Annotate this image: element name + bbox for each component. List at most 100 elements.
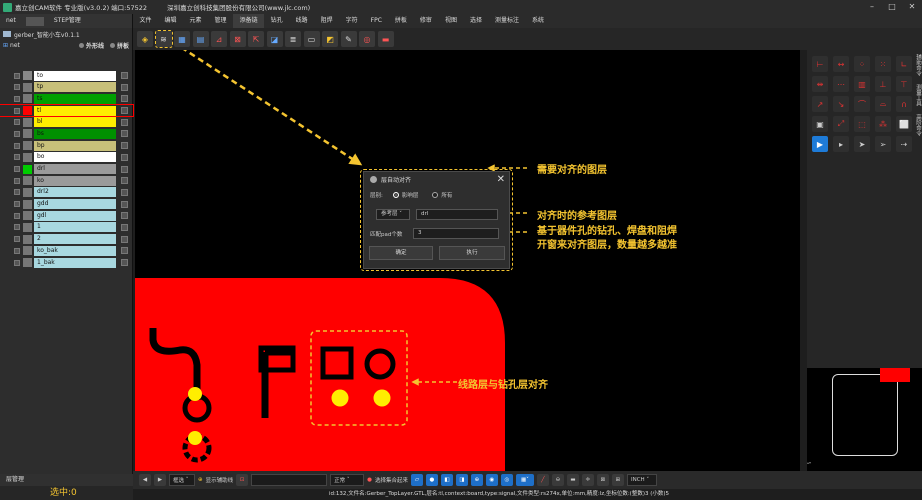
- show-aux-button[interactable]: 显示辅助线: [206, 474, 234, 486]
- cmd-grid3-icon[interactable]: ⁂: [875, 116, 891, 132]
- menu-item[interactable]: 视图: [438, 14, 463, 28]
- layer-option-checkbox[interactable]: [121, 223, 128, 231]
- cmd-pointer4-icon[interactable]: ➢: [875, 136, 891, 152]
- cmd-tri-icon[interactable]: ⊥: [875, 76, 891, 92]
- layer-color-swatch[interactable]: [23, 71, 32, 80]
- view-tool-6-icon[interactable]: ◉: [485, 474, 498, 486]
- layer-name[interactable]: drl2: [34, 187, 116, 198]
- dialog-close-icon[interactable]: ✕: [497, 174, 505, 185]
- tool-button-6[interactable]: ⊠: [229, 31, 246, 47]
- pad-count-input[interactable]: 3: [413, 228, 499, 239]
- layer-option-checkbox[interactable]: [121, 177, 128, 185]
- layer-visible-checkbox[interactable]: [14, 107, 20, 114]
- layer-visible-checkbox[interactable]: [14, 201, 20, 208]
- tab-aux-commands[interactable]: 辅助命令: [914, 54, 922, 76]
- view-tool-8-icon[interactable]: ▦˅: [515, 474, 534, 486]
- minimap-viewport[interactable]: [880, 368, 910, 382]
- frame-select-icon[interactable]: ⊡: [236, 474, 249, 486]
- layer-name[interactable]: to: [34, 70, 116, 81]
- menu-item[interactable]: 系统: [525, 14, 550, 28]
- menu-item[interactable]: 编辑: [158, 14, 183, 28]
- layer-visible-checkbox[interactable]: [14, 154, 20, 161]
- draw-tool-3-icon[interactable]: ▬: [566, 474, 579, 486]
- menu-item[interactable]: 修审: [413, 14, 438, 28]
- tool-button-3[interactable]: ▦: [174, 31, 190, 47]
- layer-row[interactable]: drl2: [0, 187, 133, 198]
- layer-visible-checkbox[interactable]: [14, 95, 20, 102]
- layer-color-swatch[interactable]: [23, 187, 32, 197]
- layer-row[interactable]: 1: [0, 222, 133, 233]
- cmd-trash-icon[interactable]: ▥: [854, 76, 870, 92]
- layer-row[interactable]: 2: [0, 234, 133, 245]
- select-set-button[interactable]: 选择集合起来: [375, 474, 408, 486]
- outline-radio-icon[interactable]: [78, 43, 84, 48]
- cmd-fold3-icon[interactable]: ∩: [896, 96, 912, 112]
- layer-color-swatch[interactable]: [23, 141, 32, 151]
- layer-name[interactable]: tl: [34, 105, 116, 116]
- coordinate-input[interactable]: [251, 474, 328, 486]
- cmd-frame2-icon[interactable]: ⬜: [896, 116, 912, 132]
- cmd-frame-icon[interactable]: ⬚: [854, 116, 870, 132]
- project-row[interactable]: gerber_智能小车v0.1.1: [0, 28, 132, 40]
- draw-tool-6-icon[interactable]: ⊞: [611, 474, 624, 486]
- view-tool-5-icon[interactable]: ⊕: [470, 474, 483, 486]
- radio-all-layers[interactable]: 所有: [432, 191, 452, 199]
- tab-step-manager[interactable]: STEP管理: [48, 14, 87, 28]
- status-dropdown[interactable]: 正常 ˅: [330, 474, 365, 486]
- view-tool-7-icon[interactable]: ◎: [500, 474, 513, 486]
- layer-row[interactable]: drl: [0, 164, 133, 175]
- layer-visible-checkbox[interactable]: [14, 142, 20, 149]
- cmd-expand-icon[interactable]: ⤢: [833, 116, 849, 132]
- menu-item[interactable]: 钻孔: [264, 14, 289, 28]
- unit-dropdown[interactable]: INCH ˅: [626, 474, 657, 486]
- tab-selected-marker[interactable]: [25, 16, 44, 26]
- tool-button-8[interactable]: ◪: [266, 31, 283, 47]
- layer-name[interactable]: bl: [34, 117, 116, 128]
- layer-color-swatch[interactable]: [23, 222, 32, 232]
- layer-color-swatch[interactable]: [23, 164, 32, 174]
- tool-button-12[interactable]: ✎: [340, 31, 357, 47]
- layer-name[interactable]: ko_bak: [34, 245, 116, 256]
- radio-all-icon[interactable]: [432, 192, 439, 198]
- menu-item[interactable]: 字符: [339, 14, 364, 28]
- cmd-grid-dots-icon[interactable]: ⁘: [854, 56, 870, 72]
- layer-name[interactable]: gdl: [34, 210, 116, 221]
- draw-tool-5-icon[interactable]: ⊠: [596, 474, 609, 486]
- layer-color-swatch[interactable]: [23, 94, 32, 104]
- draw-tool-2-icon[interactable]: ⊖: [551, 474, 564, 486]
- cmd-split-icon[interactable]: ⇹: [812, 76, 828, 92]
- layer-row[interactable]: tl: [0, 104, 134, 118]
- tab-net[interactable]: net: [0, 14, 22, 28]
- menu-item[interactable]: 选择: [463, 14, 488, 28]
- layer-option-checkbox[interactable]: [121, 200, 128, 208]
- layer-visible-checkbox[interactable]: [14, 72, 20, 79]
- layer-row[interactable]: gdd: [0, 199, 133, 210]
- panel-radio-icon[interactable]: [109, 43, 115, 48]
- view-tool-4-icon[interactable]: ◨: [455, 474, 468, 486]
- layer-color-swatch[interactable]: [23, 117, 32, 127]
- cmd-rotate-icon[interactable]: ↗: [812, 96, 828, 112]
- layer-option-checkbox[interactable]: [121, 153, 128, 161]
- view-tool-2-icon[interactable]: ●: [425, 474, 438, 486]
- maximize-icon[interactable]: □: [882, 0, 902, 14]
- layer-visible-checkbox[interactable]: [14, 84, 20, 91]
- cmd-fold-icon[interactable]: ⌒: [854, 96, 870, 112]
- minimap[interactable]: ▴▾: [807, 368, 922, 471]
- layer-visible-checkbox[interactable]: [14, 130, 20, 137]
- layer-row[interactable]: bo: [0, 152, 133, 163]
- layer-name[interactable]: 1: [34, 222, 116, 233]
- layer-row[interactable]: bs: [0, 128, 133, 139]
- layer-row[interactable]: ko_bak: [0, 245, 133, 256]
- layer-color-swatch[interactable]: [23, 82, 32, 92]
- menu-item[interactable]: 测量标注: [488, 14, 525, 28]
- layer-color-swatch[interactable]: [23, 152, 32, 162]
- layer-color-swatch[interactable]: [23, 246, 32, 256]
- tool-button-7[interactable]: ⇱: [248, 31, 264, 47]
- layer-option-checkbox[interactable]: [121, 107, 128, 115]
- tab-advanced-commands[interactable]: 高阶命令: [914, 114, 922, 136]
- layer-color-swatch[interactable]: [23, 176, 32, 186]
- menu-item[interactable]: FPC: [364, 14, 388, 28]
- layer-visible-checkbox[interactable]: [14, 166, 20, 172]
- cmd-pointer2-icon[interactable]: ▸: [833, 136, 849, 152]
- cmd-dots-icon[interactable]: ⋯: [833, 76, 849, 92]
